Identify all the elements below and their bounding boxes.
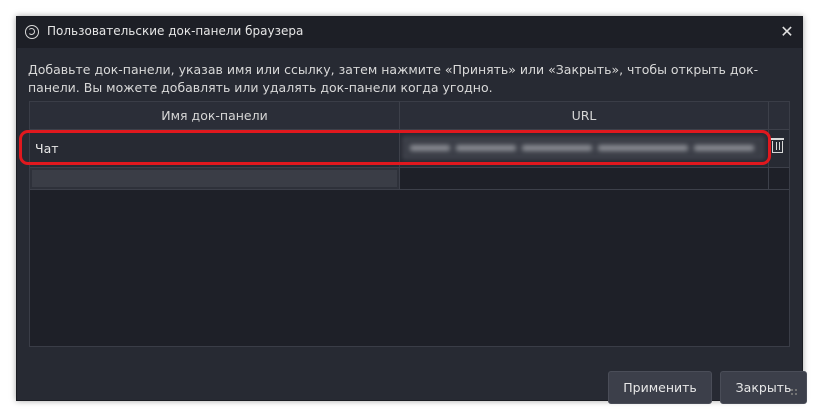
close-icon[interactable]: ✕	[776, 21, 798, 43]
dock-url-input-blurred[interactable]	[403, 137, 764, 159]
column-header-actions	[769, 102, 789, 130]
window-title: Пользовательские док-панели браузера	[47, 24, 304, 38]
trash-icon[interactable]	[770, 138, 784, 153]
dock-name-cell[interactable]: Чат	[30, 130, 400, 168]
docks-table: Имя док-панели URL Чат	[29, 101, 790, 347]
instructions-text: Добавьте док-панели, указав имя или ссыл…	[28, 62, 759, 95]
obs-logo-icon	[25, 25, 39, 39]
resize-grip[interactable]	[790, 388, 798, 396]
column-header-url[interactable]: URL	[400, 102, 769, 130]
dock-delete-cell[interactable]	[769, 130, 789, 168]
column-header-name[interactable]: Имя док-панели	[30, 102, 400, 130]
new-dock-url-input[interactable]	[400, 168, 769, 190]
dock-url-cell[interactable]	[400, 130, 769, 168]
new-dock-actions-cell	[769, 168, 789, 190]
apply-button[interactable]: Применить	[608, 371, 712, 404]
new-dock-name-input[interactable]	[30, 168, 400, 190]
title-bar: Пользовательские док-панели браузера ✕	[17, 17, 802, 48]
browser-docks-dialog: Пользовательские док-панели браузера ✕ Д…	[16, 16, 807, 404]
